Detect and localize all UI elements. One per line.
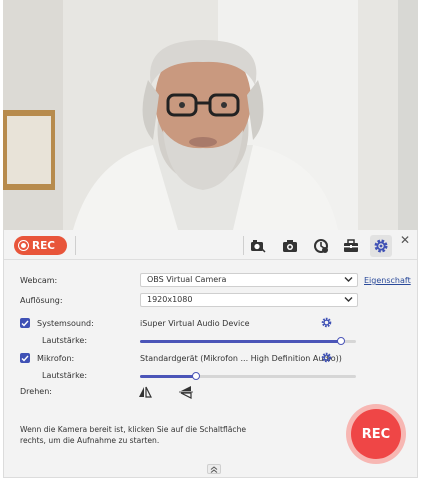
toolbar-divider bbox=[75, 236, 76, 255]
collapse-button[interactable] bbox=[207, 464, 221, 474]
chevron-down-icon bbox=[344, 277, 353, 282]
flip-horizontal-icon[interactable] bbox=[138, 385, 152, 399]
rotate-row: Drehen: bbox=[4, 383, 417, 403]
webcam-select[interactable]: OBS Virtual Camera bbox=[140, 273, 358, 287]
recorder-panel: REC ✕ Webcam: OBS Virtual Camera Eigensc… bbox=[3, 230, 418, 478]
camera-icon[interactable] bbox=[279, 235, 301, 257]
flip-vertical-icon[interactable] bbox=[179, 385, 193, 399]
mic-volume-slider[interactable] bbox=[140, 372, 356, 380]
system-sound-settings-icon[interactable] bbox=[321, 317, 332, 328]
toolbox-icon[interactable] bbox=[340, 235, 362, 257]
chevron-down-icon bbox=[344, 297, 353, 302]
schedule-icon[interactable] bbox=[310, 235, 332, 257]
properties-link[interactable]: Eigenschaft bbox=[364, 276, 411, 285]
hint-text: Wenn die Kamera bereit ist, klicken Sie … bbox=[20, 425, 247, 445]
record-button-label: REC bbox=[351, 409, 401, 459]
camera-preview bbox=[3, 0, 418, 230]
mic-settings-icon[interactable] bbox=[321, 352, 332, 363]
system-volume-handle[interactable] bbox=[336, 337, 345, 345]
double-chevron-up-icon bbox=[210, 465, 218, 473]
webcam-value: OBS Virtual Camera bbox=[147, 275, 227, 284]
mic-checkbox[interactable] bbox=[20, 353, 30, 363]
webcam-row: Webcam: OBS Virtual Camera Eigenschaft bbox=[4, 272, 417, 292]
system-volume-fill bbox=[140, 340, 341, 343]
webcam-label: Webcam: bbox=[20, 276, 58, 285]
gear-icon[interactable] bbox=[370, 235, 392, 257]
resolution-row: Auflösung: 1920x1080 bbox=[4, 292, 417, 312]
checkmark-icon bbox=[21, 320, 29, 327]
system-sound-label: Systemsound: bbox=[37, 319, 94, 328]
webcam-image bbox=[3, 0, 418, 230]
toolbar: REC ✕ bbox=[4, 230, 417, 260]
close-icon[interactable]: ✕ bbox=[398, 233, 412, 247]
screenshot-icon[interactable] bbox=[247, 235, 269, 257]
mic-label: Mikrofon: bbox=[37, 354, 75, 363]
system-sound-device: iSuper Virtual Audio Device bbox=[140, 319, 250, 328]
mic-volume-handle[interactable] bbox=[192, 372, 201, 380]
system-volume-slider[interactable] bbox=[140, 337, 356, 345]
record-dot-icon bbox=[18, 240, 29, 251]
checkmark-icon bbox=[21, 355, 29, 362]
rotate-label: Drehen: bbox=[20, 387, 52, 396]
toolbar-divider bbox=[243, 236, 244, 255]
rec-pill-button[interactable]: REC bbox=[14, 236, 67, 255]
mic-device: Standardgerät (Mikrofon ... High Definit… bbox=[140, 354, 342, 363]
system-volume-row: Lautstärke: bbox=[4, 332, 417, 352]
system-sound-checkbox[interactable] bbox=[20, 318, 30, 328]
resolution-value: 1920x1080 bbox=[147, 295, 193, 304]
system-volume-label: Lautstärke: bbox=[42, 336, 88, 345]
record-button[interactable]: REC bbox=[346, 404, 406, 464]
mic-volume-fill bbox=[140, 375, 197, 378]
resolution-select[interactable]: 1920x1080 bbox=[140, 293, 358, 307]
rec-pill-label: REC bbox=[32, 239, 55, 252]
mic-volume-label: Lautstärke: bbox=[42, 371, 88, 380]
resolution-label: Auflösung: bbox=[20, 296, 63, 305]
